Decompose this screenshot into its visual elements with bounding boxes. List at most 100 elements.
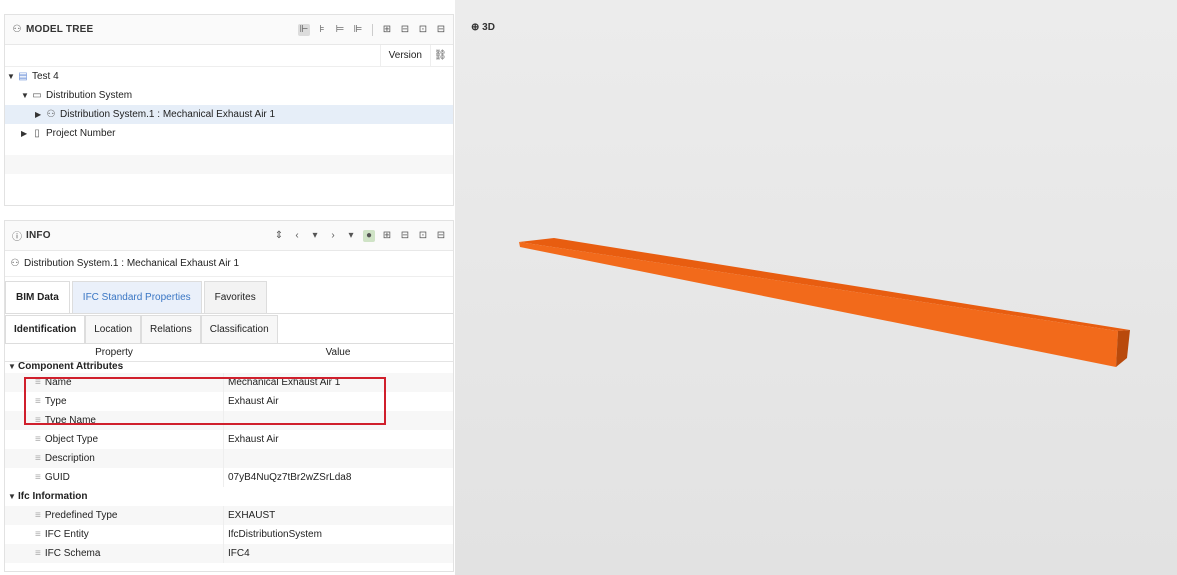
property-name: Name bbox=[44, 377, 72, 388]
property-name-cell: ≡ Type bbox=[5, 396, 223, 407]
property-name: GUID bbox=[44, 472, 70, 483]
property-value-cell bbox=[223, 411, 453, 430]
model-tree-header: ⚇ MODEL TREE ⊩ ⊧ ⊨ ⊫ ⊞ ⊟ ⊡ ⊟ bbox=[5, 15, 453, 45]
info-header: ⓘ INFO ⇕ ‹ ▾ › ▾ ● ⊞ ⊟ ⊡ ⊟ bbox=[5, 221, 453, 251]
system-icon: ⚇ bbox=[46, 109, 56, 120]
subtab-identification[interactable]: Identification bbox=[5, 315, 86, 343]
group-component-attributes[interactable]: ▼ Component Attributes bbox=[5, 362, 453, 373]
property-row[interactable]: ≡ Type Exhaust Air bbox=[5, 392, 453, 411]
sort-icon[interactable]: ⇕ bbox=[273, 230, 285, 242]
property-value: IFC4 bbox=[228, 548, 250, 559]
drag-handle-icon[interactable]: ≡ bbox=[35, 548, 41, 559]
property-row[interactable]: ≡ Predefined Type EXHAUST bbox=[5, 506, 453, 525]
column-header-value[interactable]: Value bbox=[223, 347, 453, 358]
add-icon[interactable]: ⊞ bbox=[381, 230, 393, 242]
object-name-label: Distribution System.1 : Mechanical Exhau… bbox=[24, 258, 240, 269]
tab-bim-data[interactable]: BIM Data bbox=[5, 281, 70, 313]
drag-handle-icon[interactable]: ≡ bbox=[35, 453, 41, 464]
drag-handle-icon[interactable]: ≡ bbox=[35, 434, 41, 445]
tab-ifc-standard-properties[interactable]: IFC Standard Properties bbox=[71, 281, 202, 313]
property-name-cell: ≡ Object Type bbox=[5, 434, 223, 445]
property-name: IFC Schema bbox=[44, 548, 101, 559]
window-icon[interactable]: ⊟ bbox=[435, 230, 447, 242]
3d-viewport[interactable]: ⊕ 3D bbox=[455, 0, 1177, 575]
property-name-cell: ≡ GUID bbox=[5, 472, 223, 483]
isolate-icon[interactable]: ⊡ bbox=[417, 230, 429, 242]
add-icon[interactable]: ⊞ bbox=[381, 24, 393, 36]
property-row[interactable]: ≡ GUID 07yB4NuQz7tBr2wZSrLda8 bbox=[5, 468, 453, 487]
info-title: INFO bbox=[26, 230, 51, 241]
subtab-classification[interactable]: Classification bbox=[200, 315, 278, 343]
expand-chevron-icon[interactable]: ▼ bbox=[8, 492, 18, 501]
tree-item-project-number[interactable]: ▶ ▯ Project Number bbox=[5, 124, 453, 143]
expand-chevron-icon[interactable]: ▼ bbox=[8, 362, 18, 371]
drag-handle-icon[interactable]: ≡ bbox=[35, 377, 41, 388]
drag-handle-icon[interactable]: ≡ bbox=[35, 510, 41, 521]
forward-dropdown-icon[interactable]: ▾ bbox=[345, 230, 357, 242]
expand-chevron-icon[interactable]: ▼ bbox=[21, 91, 31, 100]
info-subtabs: Identification Location Relations Classi… bbox=[5, 314, 453, 344]
property-row[interactable]: ≡ Name Mechanical Exhaust Air 1 bbox=[5, 373, 453, 392]
link-icon[interactable]: ⛓ bbox=[434, 50, 447, 61]
model-tree-icon: ⚇ bbox=[12, 24, 22, 35]
property-row[interactable]: ≡ IFC Entity IfcDistributionSystem bbox=[5, 525, 453, 544]
group-label: Component Attributes bbox=[18, 361, 124, 372]
folder-icon: ▭ bbox=[32, 90, 42, 101]
tree-item-distribution-system[interactable]: ▼ ▭ Distribution System bbox=[5, 86, 453, 105]
window-icon[interactable]: ⊟ bbox=[435, 24, 447, 36]
property-name: IFC Entity bbox=[44, 529, 89, 540]
info-panel: ⓘ INFO ⇕ ‹ ▾ › ▾ ● ⊞ ⊟ ⊡ ⊟ ⚇ Distributio… bbox=[4, 220, 454, 572]
toolbar-divider bbox=[372, 23, 373, 36]
model-tree-toolbar: ⊩ ⊧ ⊨ ⊫ ⊞ ⊟ ⊡ ⊟ bbox=[298, 23, 447, 36]
tree-view-icon[interactable]: ⊩ bbox=[298, 23, 310, 36]
drag-handle-icon[interactable]: ≡ bbox=[35, 396, 41, 407]
property-value-cell: EXHAUST bbox=[223, 506, 453, 525]
remove-icon[interactable]: ⊟ bbox=[399, 24, 411, 36]
collapse-chevron-icon[interactable]: ▶ bbox=[21, 129, 31, 138]
info-tabs: BIM Data IFC Standard Properties Favorit… bbox=[5, 277, 453, 314]
forward-icon[interactable]: › bbox=[327, 230, 339, 242]
property-value: Mechanical Exhaust Air 1 bbox=[228, 377, 341, 388]
expand-chevron-icon[interactable]: ▼ bbox=[7, 72, 17, 81]
tab-favorites[interactable]: Favorites bbox=[203, 281, 267, 313]
property-row[interactable]: ≡ Object Type Exhaust Air bbox=[5, 430, 453, 449]
column-header-property[interactable]: Property bbox=[5, 347, 223, 358]
property-value-cell: IfcDistributionSystem bbox=[223, 525, 453, 544]
expand-tree-icon[interactable]: ⊨ bbox=[334, 24, 346, 36]
tree-item-test4[interactable]: ▼ ▤ Test 4 bbox=[5, 67, 453, 86]
property-value-cell: 07yB4NuQz7tBr2wZSrLda8 bbox=[223, 468, 453, 487]
drag-handle-icon[interactable]: ≡ bbox=[35, 415, 41, 426]
property-value: IfcDistributionSystem bbox=[228, 529, 322, 540]
property-row[interactable]: ≡ Type Name bbox=[5, 411, 453, 430]
version-column-header[interactable]: Version bbox=[379, 45, 431, 66]
duct-top-face bbox=[519, 238, 1130, 331]
isolate-icon[interactable]: ⊡ bbox=[417, 24, 429, 36]
info-icon: ⓘ bbox=[12, 232, 22, 243]
property-name-cell: ≡ Name bbox=[5, 377, 223, 388]
subtab-relations[interactable]: Relations bbox=[141, 315, 201, 343]
collapse-tree-icon[interactable]: ⊫ bbox=[352, 24, 364, 36]
group-ifc-information[interactable]: ▼ Ifc Information bbox=[5, 487, 453, 506]
property-row[interactable]: ≡ Description bbox=[5, 449, 453, 468]
property-value: EXHAUST bbox=[228, 510, 276, 521]
document-icon: ▯ bbox=[34, 128, 40, 139]
property-row[interactable]: ≡ IFC Schema IFC4 bbox=[5, 544, 453, 563]
property-name-cell: ≡ Type Name bbox=[5, 415, 223, 426]
tree-item-label: Project Number bbox=[46, 128, 116, 139]
hierarchy-icon[interactable]: ⊧ bbox=[316, 24, 328, 36]
back-icon[interactable]: ‹ bbox=[291, 230, 303, 242]
subtab-location[interactable]: Location bbox=[85, 315, 142, 343]
drag-handle-icon[interactable]: ≡ bbox=[35, 529, 41, 540]
drag-handle-icon[interactable]: ≡ bbox=[35, 472, 41, 483]
property-value: Exhaust Air bbox=[228, 434, 279, 445]
link-selection-icon[interactable]: ● bbox=[363, 229, 375, 242]
property-value: Exhaust Air bbox=[228, 396, 279, 407]
property-name: Predefined Type bbox=[44, 510, 118, 521]
history-dropdown-icon[interactable]: ▾ bbox=[309, 230, 321, 242]
property-value-cell bbox=[223, 449, 453, 468]
property-name-cell: ≡ IFC Schema bbox=[5, 548, 223, 559]
duct-model[interactable] bbox=[455, 0, 1177, 575]
remove-icon[interactable]: ⊟ bbox=[399, 230, 411, 242]
collapse-chevron-icon[interactable]: ▶ bbox=[35, 110, 45, 119]
tree-item-distribution-system-1[interactable]: ▶ ⚇ Distribution System.1 : Mechanical E… bbox=[5, 105, 453, 124]
